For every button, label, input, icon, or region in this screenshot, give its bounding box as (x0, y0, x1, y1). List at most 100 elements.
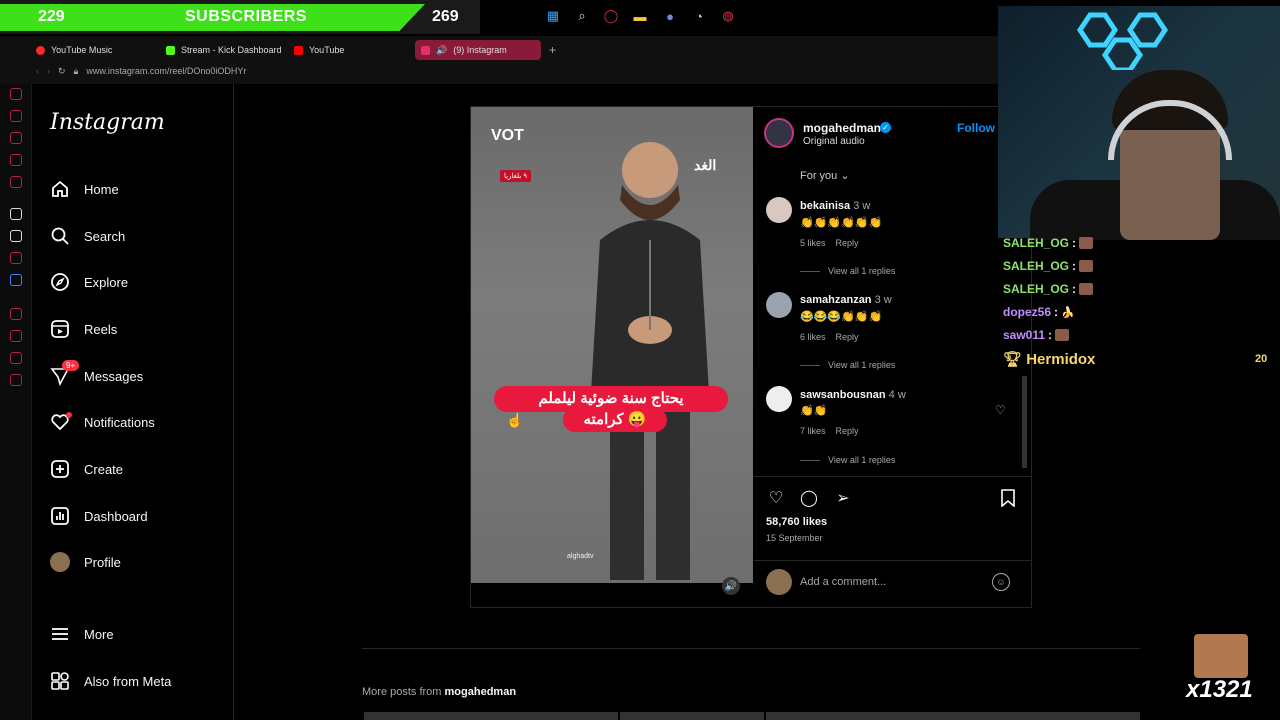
meta-icon (50, 671, 70, 691)
nav-label: Search (84, 228, 126, 244)
messages-badge: 9+ (62, 360, 80, 371)
comment-time: 3 w (853, 200, 871, 212)
rail-app-icon[interactable] (10, 308, 22, 320)
emoji-icon[interactable]: ☺ (992, 573, 1010, 591)
nav-label: Profile (84, 554, 121, 570)
comment-likes[interactable]: 7 likes (800, 426, 826, 436)
nav-label: Messages (84, 368, 144, 384)
lock-icon: 🔒︎ (73, 65, 79, 76)
rail-app-icon[interactable] (10, 154, 22, 166)
nav-reels[interactable]: Reels (50, 315, 117, 343)
tab-instagram[interactable]: 🔊 (9) Instagram (415, 40, 541, 60)
x-icon[interactable] (10, 230, 22, 242)
reply-button[interactable]: Reply (836, 238, 859, 248)
comment-username[interactable]: bekainisa 3 w (800, 200, 870, 212)
rail-app-icon[interactable] (10, 208, 22, 220)
rail-app-icon[interactable] (10, 176, 22, 188)
nav-explore[interactable]: Explore (50, 268, 128, 296)
reels-icon (50, 319, 70, 339)
tab-label: (9) Instagram (453, 45, 507, 55)
url-bar[interactable]: ‹ › ↻ 🔒︎ www.instagram.com/reel/DOno0iOD… (36, 62, 436, 80)
reply-button[interactable]: Reply (836, 332, 859, 342)
forward-icon[interactable]: › (47, 66, 50, 76)
rail-app-icon[interactable] (10, 352, 22, 364)
like-count[interactable]: 58,760 likes (766, 516, 827, 528)
emote-icon (1079, 260, 1094, 272)
app-icon[interactable]: ◔ (689, 6, 709, 26)
view-replies[interactable]: View all 1 replies (800, 266, 895, 276)
instagram-logo[interactable]: Instagram (50, 110, 165, 135)
discord-icon[interactable]: ● (660, 6, 680, 26)
comment-bubble-icon[interactable]: ◯ (799, 488, 819, 508)
follow-button[interactable]: Follow (957, 121, 995, 135)
nav-dashboard[interactable]: Dashboard (50, 502, 148, 530)
avatar-icon (50, 552, 70, 572)
channel-logo: الغد (694, 157, 717, 173)
comment-avatar[interactable] (766, 197, 792, 223)
sort-label: For you (800, 170, 838, 182)
search-icon[interactable]: ⌕ (572, 6, 592, 26)
author-username[interactable]: mogahedman (803, 121, 881, 135)
view-replies[interactable]: View all 1 replies (800, 455, 895, 465)
tab-kick-dashboard[interactable]: Stream - Kick Dashboard (160, 40, 285, 60)
reply-button[interactable]: Reply (836, 426, 859, 436)
like-heart-icon[interactable]: ♡ (766, 488, 786, 508)
tab-youtube-music[interactable]: YouTube Music (30, 40, 155, 60)
video-person (590, 142, 710, 580)
opera-browser-icon[interactable]: ◯ (601, 6, 621, 26)
reel-caption-line2: كرامته 😛 (563, 408, 667, 432)
nav-profile[interactable]: Profile (50, 548, 121, 576)
nav-label: Explore (84, 274, 129, 290)
nav-label: Reels (84, 321, 118, 337)
rail-app-icon[interactable] (10, 88, 22, 100)
bookmark-icon[interactable] (998, 488, 1018, 508)
nav-create[interactable]: Create (50, 455, 123, 483)
post-thumbnail[interactable] (766, 712, 1140, 720)
emote-label: x1321 (1186, 676, 1253, 703)
reload-icon[interactable]: ↻ (58, 66, 66, 77)
audio-label[interactable]: Original audio (803, 136, 865, 147)
tab-youtube[interactable]: YouTube (288, 40, 413, 60)
comment-likes[interactable]: 6 likes (800, 332, 826, 342)
rail-app-icon[interactable] (10, 110, 22, 122)
kick-icon (166, 45, 175, 55)
comments-scrollbar[interactable] (1022, 376, 1027, 468)
current-user-avatar (766, 569, 792, 595)
nav-search[interactable]: Search (50, 222, 125, 250)
nav-home[interactable]: Home (50, 175, 119, 203)
post-thumbnail[interactable] (620, 712, 764, 720)
back-icon[interactable]: ‹ (36, 66, 39, 76)
share-icon[interactable]: ➢ (833, 488, 853, 508)
comment-avatar[interactable] (766, 386, 792, 412)
rail-app-icon[interactable] (10, 252, 22, 264)
comment-sort-dropdown[interactable]: For you ⌄ (800, 169, 850, 182)
nav-more[interactable]: More (50, 620, 114, 648)
rail-app-icon[interactable] (10, 274, 22, 286)
comment-meta: 7 likes Reply (800, 426, 859, 436)
nav-notifications[interactable]: Notifications (50, 408, 155, 436)
youtube-icon (294, 45, 303, 55)
tab-label: YouTube Music (51, 45, 113, 55)
windows-start-icon[interactable]: ▦ (543, 6, 563, 26)
more-posts-username[interactable]: mogahedman (445, 686, 517, 698)
comment-like-heart-icon[interactable]: ♡ (995, 403, 1006, 417)
pin-icon[interactable]: ◍ (718, 6, 738, 26)
post-thumbnail[interactable] (364, 712, 618, 720)
rail-app-icon[interactable] (10, 132, 22, 144)
view-replies[interactable]: View all 1 replies (800, 360, 895, 370)
comment-input[interactable] (800, 574, 980, 590)
nav-also-from-meta[interactable]: Also from Meta (50, 667, 171, 695)
comment-avatar[interactable] (766, 292, 792, 318)
instagram-icon (421, 45, 430, 55)
author-avatar[interactable] (764, 118, 794, 148)
nav-messages[interactable]: 9+ Messages (50, 360, 144, 390)
chat-message: dopez56: 🍌 (1003, 305, 1075, 319)
comment-username[interactable]: sawsanbousnan 4 w (800, 389, 906, 401)
new-tab-button[interactable]: + (543, 40, 557, 60)
folder-icon[interactable]: ▬ (630, 6, 650, 26)
comment-username[interactable]: samahzanzan 3 w (800, 294, 892, 306)
mute-button[interactable]: 🔊 (722, 577, 740, 595)
history-icon[interactable] (10, 330, 22, 342)
comment-likes[interactable]: 5 likes (800, 238, 826, 248)
settings-icon[interactable] (10, 374, 22, 386)
